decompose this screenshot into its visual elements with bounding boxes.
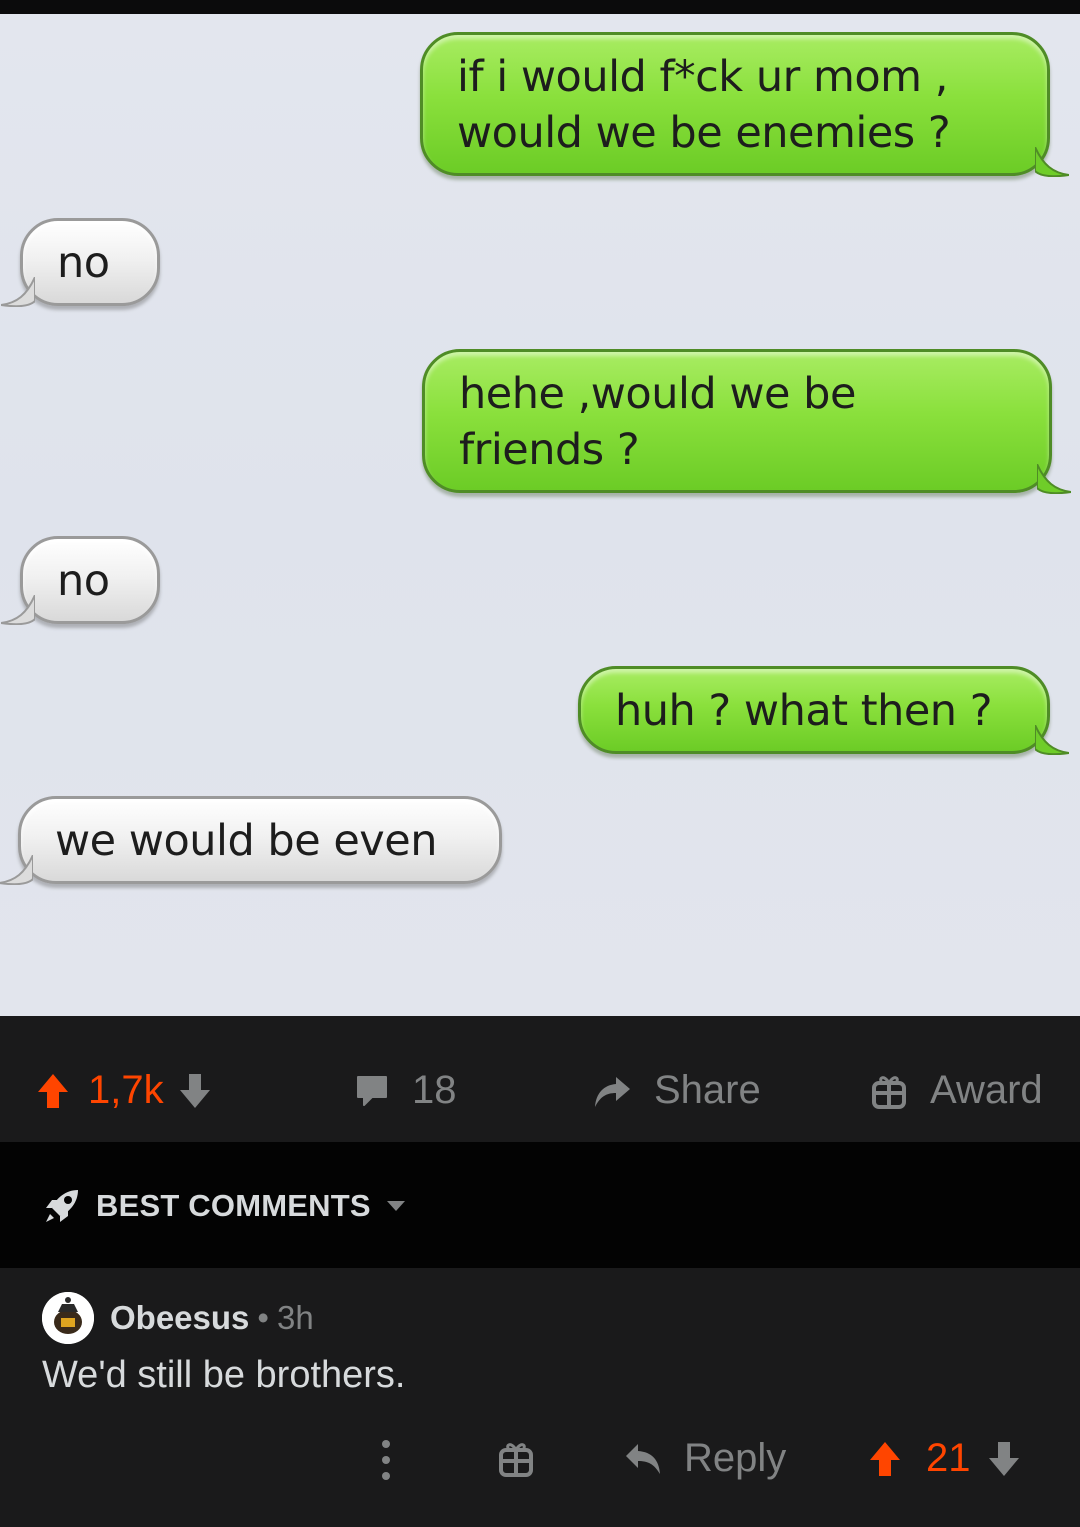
upvote-arrow-icon[interactable] — [36, 1072, 70, 1110]
comment-header: Obeesus • 3h — [42, 1292, 314, 1344]
bubble-tail — [1035, 147, 1069, 177]
avatar[interactable] — [42, 1292, 94, 1344]
bubble-tail — [1035, 725, 1069, 755]
message-bubble-received: we would be even — [0, 796, 502, 885]
share-arrow-icon — [595, 1076, 630, 1107]
top-bar — [0, 0, 1080, 14]
more-vertical-icon — [382, 1440, 390, 1480]
bubble-tail — [1, 595, 35, 625]
message-line: hehe ,would we be — [459, 369, 856, 419]
reply-arrow-icon — [626, 1443, 660, 1474]
bubble-tail — [1, 277, 35, 307]
message-bubble-sent: hehe ,would we be friends ? — [422, 349, 1071, 494]
message-bubble-received: no — [1, 218, 160, 307]
reply-button[interactable]: Reply — [624, 1436, 786, 1481]
caret-down-icon — [386, 1201, 405, 1211]
post-vote-group: 1,7k — [36, 1068, 212, 1113]
more-options-button[interactable] — [380, 1438, 392, 1482]
rocket-icon — [46, 1190, 78, 1222]
post-action-bar: 1,7k 18 Share Award — [0, 1016, 1080, 1142]
message-line: huh ? what then ? — [615, 686, 993, 736]
share-label: Share — [654, 1068, 761, 1112]
bubble-tail — [0, 855, 33, 885]
award-comment-button[interactable] — [498, 1438, 534, 1478]
comment-bubble-icon — [357, 1075, 387, 1106]
comment-author[interactable]: Obeesus — [110, 1299, 249, 1337]
post-vote-count: 1,7k — [88, 1068, 164, 1112]
comment-vote-count: 21 — [926, 1436, 971, 1480]
message-line: friends ? — [459, 425, 640, 475]
message-line: if i would f*ck ur mom , — [457, 52, 948, 102]
gift-icon — [499, 1443, 533, 1477]
separator-dot: • — [257, 1299, 269, 1336]
message-bubble-sent: huh ? what then ? — [578, 666, 1069, 755]
comment-vote-group: 21 — [868, 1436, 1021, 1481]
bubble-tail — [1037, 464, 1071, 494]
comment-age: 3h — [276, 1299, 314, 1336]
reply-label: Reply — [684, 1436, 787, 1480]
message-line: would we be enemies ? — [457, 108, 951, 158]
award-button[interactable]: Award — [870, 1068, 1043, 1113]
message-bubble-received: no — [1, 536, 160, 625]
comment-body: We'd still be brothers. — [42, 1354, 406, 1396]
message-line: we would be even — [55, 816, 437, 866]
post-image[interactable]: if i would f*ck ur mom , would we be ene… — [0, 14, 1080, 1016]
share-button[interactable]: Share — [592, 1068, 761, 1113]
comment-count: 18 — [412, 1068, 457, 1112]
comment-sort-dropdown[interactable]: BEST COMMENTS — [42, 1186, 407, 1226]
downvote-arrow-icon[interactable] — [178, 1072, 212, 1110]
sort-label: BEST COMMENTS — [96, 1188, 371, 1223]
comments-button[interactable]: 18 — [354, 1068, 457, 1113]
downvote-arrow-icon[interactable] — [987, 1440, 1021, 1478]
message-bubble-sent: if i would f*ck ur mom , would we be ene… — [420, 32, 1069, 177]
comment-sort-bar: BEST COMMENTS — [0, 1142, 1080, 1268]
comment: Obeesus • 3h We'd still be brothers. Rep… — [0, 1268, 1080, 1527]
gift-icon — [872, 1075, 906, 1109]
comment-action-bar: Reply 21 — [0, 1436, 1080, 1486]
message-line: no — [57, 238, 110, 288]
award-label: Award — [930, 1068, 1043, 1112]
avatar-snoo-icon — [42, 1292, 94, 1344]
upvote-arrow-icon[interactable] — [868, 1440, 902, 1478]
message-line: no — [57, 556, 110, 606]
